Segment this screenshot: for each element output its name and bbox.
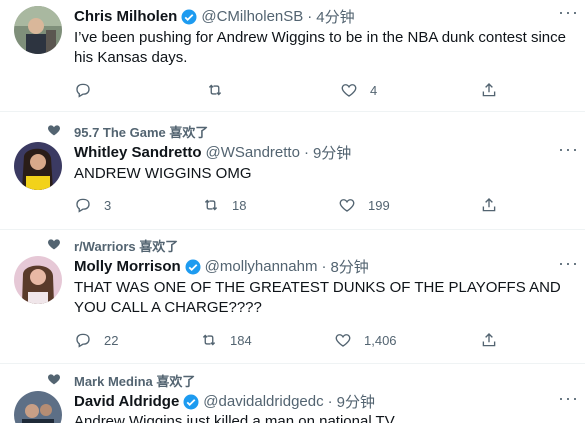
- reply-icon: [76, 333, 90, 348]
- tweet[interactable]: r/Warriors 喜欢了 Molly Morrison @mollyhann…: [0, 230, 585, 364]
- social-context[interactable]: r/Warriors 喜欢了: [74, 236, 178, 255]
- share-icon: [482, 83, 496, 97]
- more-options-icon[interactable]: ···: [558, 388, 579, 409]
- like-count: 1,406: [364, 332, 397, 348]
- tweet-text: ANDREW WIGGINS OMG: [74, 165, 252, 182]
- like-button[interactable]: 199: [338, 196, 390, 214]
- tweet-text: I’ve been pushing for Andrew Wiggins to …: [74, 29, 566, 66]
- tweet[interactable]: 95.7 The Game 喜欢了 Whitley Sandretto @WSa…: [0, 112, 585, 230]
- share-button[interactable]: [480, 81, 498, 99]
- tweet-text: THAT WAS ONE OF THE GREATEST DUNKS OF TH…: [74, 279, 561, 316]
- separator: ·: [307, 8, 313, 25]
- tweet[interactable]: Chris Milholen @CMilholenSB · 4分钟 ··· I’…: [0, 0, 585, 112]
- avatar[interactable]: [14, 391, 62, 423]
- timestamp[interactable]: 9分钟: [313, 142, 351, 163]
- handle[interactable]: @CMilholenSB: [201, 8, 303, 25]
- display-name[interactable]: Whitley Sandretto: [74, 144, 202, 161]
- share-icon: [482, 198, 496, 212]
- display-name[interactable]: Chris Milholen: [74, 8, 177, 25]
- handle[interactable]: @davidaldridgedc: [203, 393, 323, 410]
- reply-button[interactable]: 22: [74, 331, 118, 349]
- retweet-icon: [202, 334, 216, 346]
- avatar[interactable]: [14, 256, 62, 304]
- verified-badge-icon: [185, 259, 201, 274]
- avatar[interactable]: [14, 142, 62, 190]
- action-bar: 22 184 1,406: [74, 331, 504, 351]
- retweet-icon: [204, 199, 218, 211]
- tweet-header: Molly Morrison @mollyhannahm · 8分钟: [74, 256, 369, 277]
- share-button[interactable]: [480, 331, 498, 349]
- verified-badge-icon: [183, 394, 199, 409]
- retweet-count: 184: [230, 332, 252, 348]
- like-button[interactable]: 4: [340, 81, 377, 99]
- action-bar: 4: [74, 81, 504, 101]
- handle[interactable]: @WSandretto: [206, 144, 300, 161]
- heart-filled-icon: [48, 239, 60, 250]
- tweet-header: David Aldridge @davidaldridgedc · 9分钟: [74, 391, 375, 412]
- share-button[interactable]: [480, 196, 498, 214]
- timestamp[interactable]: 4分钟: [316, 6, 354, 27]
- retweet-button[interactable]: 18: [202, 196, 246, 214]
- handle[interactable]: @mollyhannahm: [205, 258, 318, 275]
- social-context[interactable]: 95.7 The Game 喜欢了: [74, 122, 208, 141]
- reply-count: 3: [104, 197, 112, 213]
- more-options-icon[interactable]: ···: [558, 2, 579, 23]
- verified-badge-icon: [181, 9, 197, 24]
- reply-icon: [76, 83, 90, 98]
- timestamp[interactable]: 8分钟: [330, 256, 368, 277]
- separator: ·: [303, 144, 309, 161]
- reply-button[interactable]: 3: [74, 196, 111, 214]
- like-count: 199: [368, 197, 390, 213]
- social-context[interactable]: Mark Medina 喜欢了: [74, 371, 195, 390]
- retweet-icon: [208, 84, 222, 96]
- tweet-text: Andrew Wiggins just killed a man on nati…: [74, 413, 395, 423]
- tweet[interactable]: Mark Medina 喜欢了 David Aldridge @davidald…: [0, 364, 585, 423]
- reply-count: 22: [104, 332, 119, 348]
- separator: ·: [321, 258, 327, 275]
- tweet-header: Whitley Sandretto @WSandretto · 9分钟: [74, 142, 351, 163]
- more-options-icon[interactable]: ···: [558, 253, 579, 274]
- share-icon: [482, 333, 496, 347]
- avatar[interactable]: [14, 6, 62, 54]
- display-name[interactable]: Molly Morrison: [74, 258, 181, 275]
- timestamp[interactable]: 9分钟: [337, 391, 375, 412]
- heart-icon: [335, 334, 351, 347]
- heart-filled-icon: [48, 374, 60, 385]
- heart-icon: [341, 84, 357, 97]
- heart-icon: [339, 199, 355, 212]
- action-bar: 3 18 199: [74, 196, 504, 216]
- tweet-header: Chris Milholen @CMilholenSB · 4分钟: [74, 6, 355, 27]
- retweet-button[interactable]: [206, 81, 236, 99]
- more-options-icon[interactable]: ···: [558, 139, 579, 160]
- retweet-count: 18: [232, 197, 247, 213]
- like-button[interactable]: 1,406: [334, 331, 397, 349]
- display-name[interactable]: David Aldridge: [74, 393, 179, 410]
- retweet-button[interactable]: 184: [200, 331, 252, 349]
- heart-filled-icon: [48, 125, 60, 136]
- like-count: 4: [370, 82, 378, 98]
- reply-icon: [76, 198, 90, 213]
- separator: ·: [327, 393, 333, 410]
- reply-button[interactable]: [74, 81, 104, 99]
